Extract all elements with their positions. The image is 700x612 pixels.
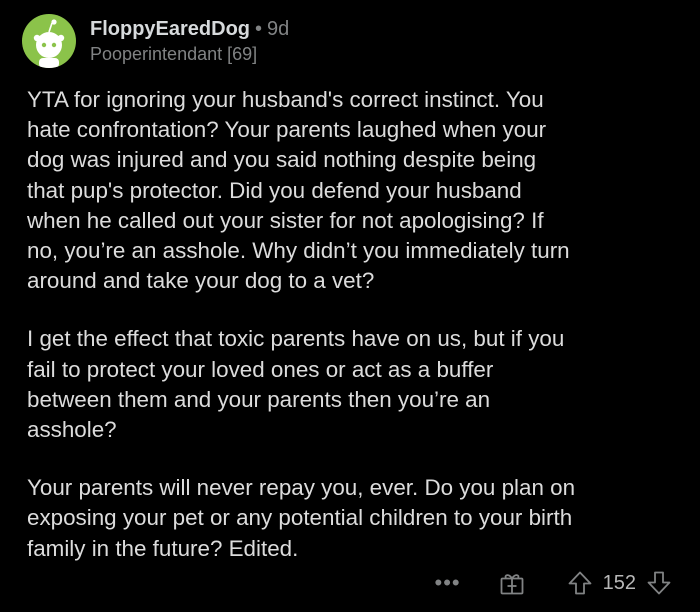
comment-age: 9d bbox=[267, 18, 290, 40]
comment-paragraph: YTA for ignoring your husband's correct … bbox=[27, 87, 570, 294]
gift-icon bbox=[500, 574, 524, 595]
username[interactable]: FloppyEaredDog bbox=[90, 18, 250, 40]
more-options-button[interactable]: ••• bbox=[435, 572, 461, 594]
downvote-button[interactable] bbox=[646, 570, 672, 596]
comment-header: FloppyEaredDog • 9d Pooperintendant [69] bbox=[22, 14, 289, 68]
comment-action-bar: ••• 152 bbox=[435, 568, 672, 598]
upvote-button[interactable] bbox=[567, 570, 593, 596]
award-button[interactable] bbox=[499, 570, 525, 596]
downvote-arrow-icon bbox=[647, 571, 671, 595]
snoo-avatar-icon bbox=[33, 19, 65, 68]
author-line: FloppyEaredDog • 9d bbox=[90, 17, 289, 41]
upvote-arrow-icon bbox=[568, 571, 592, 595]
comment-meta: FloppyEaredDog • 9d Pooperintendant [69] bbox=[90, 17, 289, 65]
comment-paragraph: I get the effect that toxic parents have… bbox=[27, 326, 565, 443]
vote-score: 152 bbox=[602, 571, 636, 594]
separator-dot: • bbox=[255, 18, 263, 40]
avatar[interactable] bbox=[22, 14, 76, 68]
comment-body: YTA for ignoring your husband's correct … bbox=[27, 85, 682, 592]
user-flair: Pooperintendant [69] bbox=[90, 44, 258, 64]
comment-paragraph: Your parents will never repay you, ever.… bbox=[27, 475, 576, 561]
vote-controls: 152 bbox=[567, 570, 672, 596]
